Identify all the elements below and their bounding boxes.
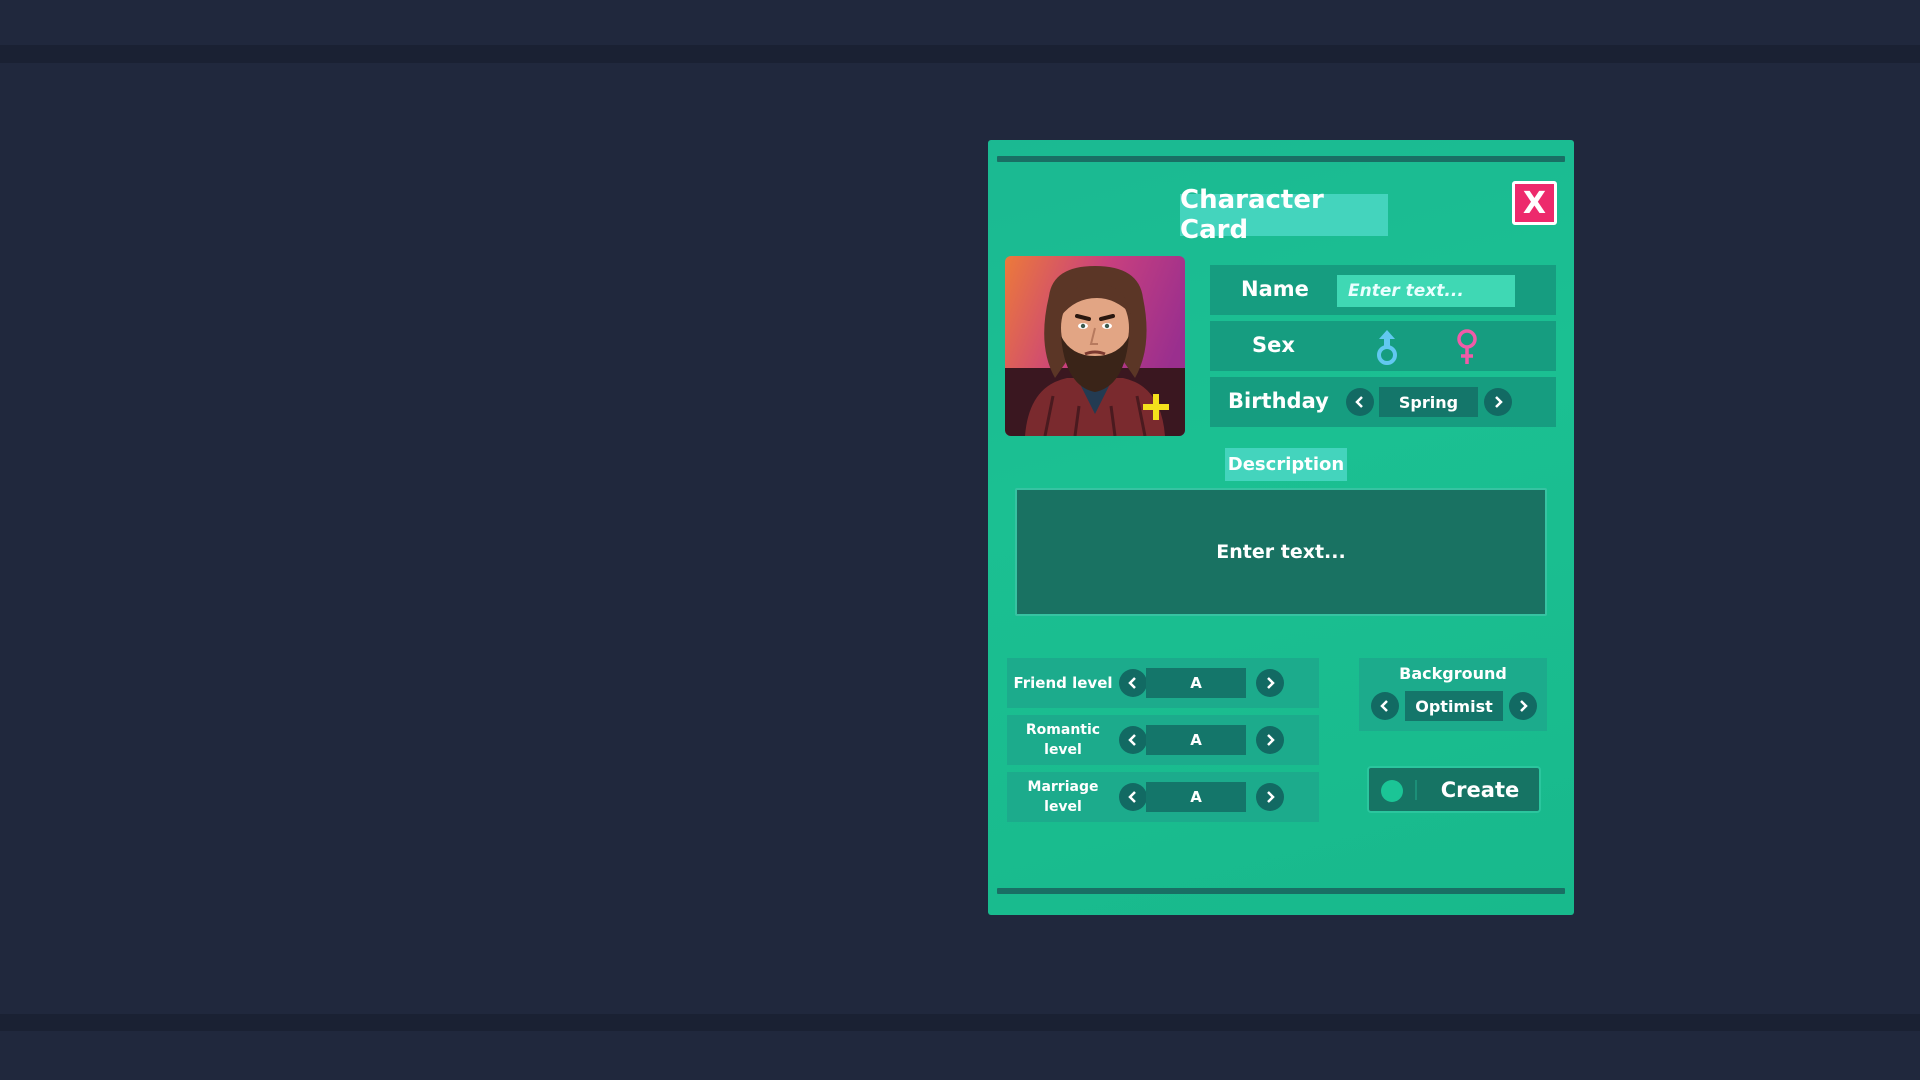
romantic-level-prev-button[interactable] — [1119, 726, 1147, 754]
birthday-prev-button[interactable] — [1346, 388, 1374, 416]
background-prev-button[interactable] — [1371, 692, 1399, 720]
male-symbol-icon[interactable] — [1372, 327, 1402, 367]
background-panel: Background Optimist — [1359, 658, 1547, 731]
character-card-panel: Character Card X Name Enter text... Sex … — [988, 140, 1574, 915]
card-bottom-divider — [997, 888, 1565, 894]
bottom-band — [0, 1014, 1920, 1031]
create-label: Create — [1440, 777, 1520, 802]
marriage-level-label: Marriage level — [1027, 779, 1099, 815]
birthday-label: Birthday — [1228, 389, 1329, 413]
marriage-level-value: A — [1146, 782, 1246, 812]
create-status-dot-icon — [1381, 780, 1403, 802]
chevron-left-icon — [1355, 396, 1363, 408]
sex-row: Sex — [1210, 321, 1556, 371]
friend-level-label: Friend level — [1013, 674, 1113, 692]
character-portrait[interactable] — [1005, 256, 1185, 436]
friend-level-value: A — [1146, 668, 1246, 698]
romantic-level-value: A — [1146, 725, 1246, 755]
chevron-right-icon — [1267, 677, 1275, 689]
description-textarea[interactable]: Enter text... — [1015, 488, 1547, 616]
close-button[interactable]: X — [1512, 181, 1557, 225]
marriage-level-next-button[interactable] — [1256, 783, 1284, 811]
chevron-left-icon — [1380, 700, 1388, 712]
card-top-divider — [997, 156, 1565, 162]
chevron-left-icon — [1128, 791, 1136, 803]
birthday-next-button[interactable] — [1484, 388, 1512, 416]
background-value: Optimist — [1405, 691, 1503, 721]
create-button[interactable]: Create — [1367, 766, 1541, 813]
sex-label: Sex — [1252, 333, 1295, 357]
female-symbol-icon[interactable] — [1452, 327, 1482, 367]
romantic-level-next-button[interactable] — [1256, 726, 1284, 754]
friend-level-next-button[interactable] — [1256, 669, 1284, 697]
background-next-button[interactable] — [1509, 692, 1537, 720]
chevron-left-icon — [1128, 734, 1136, 746]
add-photo-plus-icon[interactable] — [1141, 392, 1171, 422]
chevron-right-icon — [1495, 396, 1503, 408]
chevron-right-icon — [1267, 791, 1275, 803]
chevron-left-icon — [1128, 677, 1136, 689]
friend-level-row: Friend level A — [1007, 658, 1319, 708]
description-label: Description — [1225, 448, 1347, 481]
chevron-right-icon — [1520, 700, 1528, 712]
name-label: Name — [1241, 277, 1309, 301]
name-row: Name — [1210, 265, 1556, 315]
card-title: Character Card — [1180, 185, 1388, 245]
birthday-value: Spring — [1379, 387, 1478, 417]
background-label: Background — [1399, 664, 1507, 683]
marriage-level-row: Marriage level A — [1007, 772, 1319, 822]
name-input[interactable] — [1337, 275, 1515, 307]
romantic-level-label: Romantic level — [1025, 722, 1101, 758]
top-band — [0, 45, 1920, 63]
marriage-level-prev-button[interactable] — [1119, 783, 1147, 811]
create-separator — [1415, 780, 1417, 800]
friend-level-prev-button[interactable] — [1119, 669, 1147, 697]
romantic-level-row: Romantic level A — [1007, 715, 1319, 765]
chevron-right-icon — [1267, 734, 1275, 746]
birthday-row: Birthday Spring — [1210, 377, 1556, 427]
